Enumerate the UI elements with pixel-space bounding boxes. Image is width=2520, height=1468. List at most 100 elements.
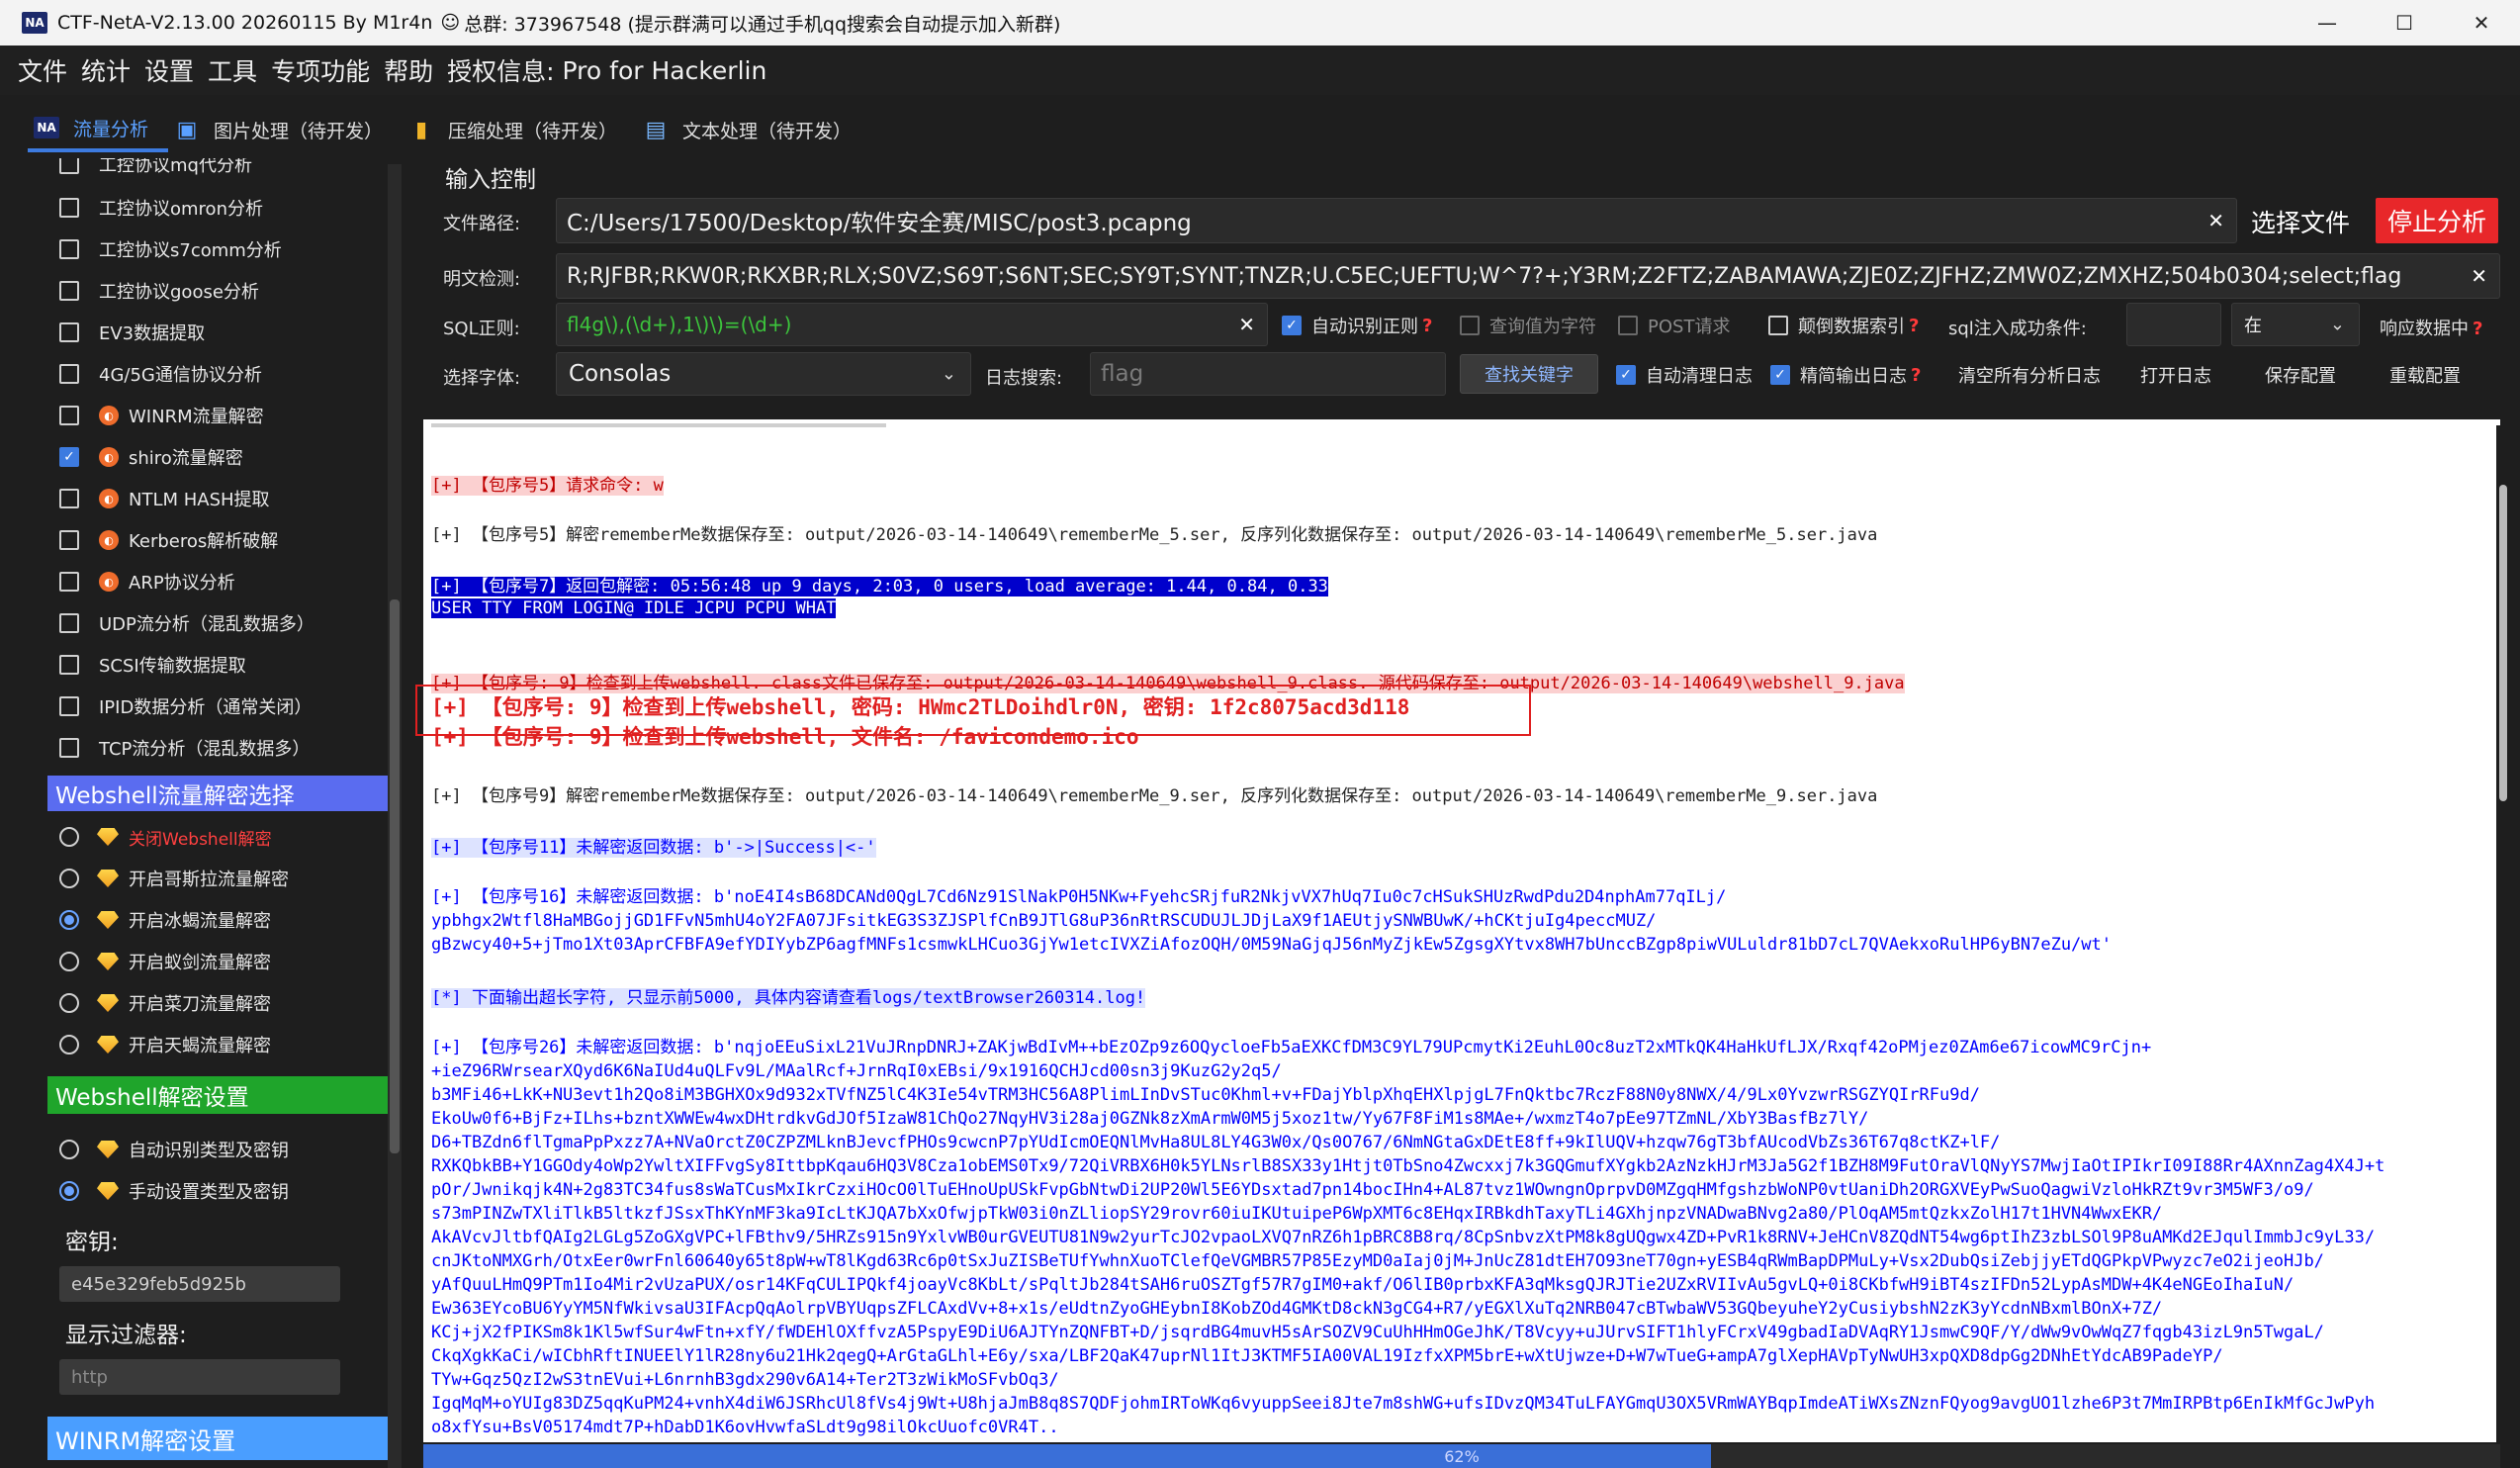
radio-godzilla[interactable]: 开启哥斯拉流量解密 <box>59 859 289 898</box>
radio-manual-set[interactable]: 手动设置类型及密钥 <box>59 1171 289 1211</box>
option-ipid[interactable]: IPID数据分析（通常关闭） <box>59 687 312 726</box>
option-ev3[interactable]: EV3数据提取 <box>59 313 205 352</box>
font-select[interactable]: Consolas ⌄ <box>556 352 971 396</box>
checkbox[interactable] <box>59 406 79 425</box>
maximize-button[interactable]: ☐ <box>2366 0 2443 46</box>
log-output-area[interactable]: [+] 【包序号5】请求命令: w [+] 【包序号5】解密rememberMe… <box>423 419 2500 1442</box>
checkbox[interactable] <box>59 198 79 218</box>
help-icon[interactable]: ? <box>2473 319 2482 339</box>
checkbox[interactable] <box>59 489 79 508</box>
select-file-button[interactable]: 选择文件 <box>2251 204 2350 239</box>
radio[interactable] <box>59 993 79 1013</box>
log-search-input[interactable]: flag <box>1090 352 1446 396</box>
filter-input[interactable]: http <box>59 1359 340 1395</box>
checkbox[interactable] <box>59 322 79 342</box>
option-scsi[interactable]: SCSI传输数据提取 <box>59 645 246 685</box>
query-char-checkbox[interactable]: 查询值为字符 <box>1460 313 1596 338</box>
find-keyword-button[interactable]: 查找关键字 <box>1460 354 1598 394</box>
option-ntlm[interactable]: ◐ NTLM HASH提取 <box>59 479 270 518</box>
menu-settings[interactable]: 设置 <box>144 52 194 88</box>
clear-icon[interactable]: ✕ <box>2465 264 2487 288</box>
menu-help[interactable]: 帮助 <box>384 52 433 88</box>
sql-in-select[interactable]: 在 ⌄ <box>2231 303 2360 346</box>
radio-selected[interactable] <box>59 910 79 930</box>
stop-analysis-button[interactable]: 停止分析 <box>2376 198 2498 243</box>
checkbox-checked[interactable]: ✓ <box>1770 365 1790 385</box>
checkbox[interactable] <box>59 738 79 758</box>
menu-file[interactable]: 文件 <box>18 52 67 88</box>
log-scrollbar[interactable] <box>2496 425 2510 1442</box>
tab-traffic-analysis[interactable]: NA 流量分析 <box>28 107 169 152</box>
checkbox[interactable] <box>59 696 79 716</box>
checkbox[interactable] <box>59 530 79 550</box>
radio-antsword[interactable]: 开启蚁剑流量解密 <box>59 942 271 981</box>
checkbox[interactable] <box>59 281 79 301</box>
radio-chopper[interactable]: 开启菜刀流量解密 <box>59 983 271 1023</box>
open-log-button[interactable]: 打开日志 <box>2140 362 2211 388</box>
tab-text-processing[interactable]: ▤ 文本处理（待开发） <box>637 107 871 152</box>
radio-selected[interactable] <box>59 1181 79 1201</box>
help-icon[interactable]: ? <box>1422 316 1432 336</box>
checkbox[interactable] <box>59 158 79 174</box>
checkbox-checked[interactable]: ✓ <box>1282 316 1302 335</box>
radio[interactable] <box>59 952 79 971</box>
clear-all-logs-button[interactable]: 清空所有分析日志 <box>1958 362 2101 388</box>
checkbox[interactable] <box>59 655 79 675</box>
checkbox[interactable] <box>1460 316 1480 335</box>
file-path-input[interactable]: C:/Users/17500/Desktop/软件安全赛/MISC/post3.… <box>556 198 2237 243</box>
checkbox[interactable] <box>1768 316 1788 335</box>
option-4g5g[interactable]: 4G/5G通信协议分析 <box>59 354 262 394</box>
tab-compress-processing[interactable]: ▮ 压缩处理（待开发） <box>403 107 637 152</box>
checkbox[interactable] <box>59 364 79 384</box>
sql-success-input[interactable] <box>2126 303 2221 346</box>
option-arp[interactable]: ◐ ARP协议分析 <box>59 562 235 601</box>
option-tcp[interactable]: TCP流分析（混乱数据多） <box>59 728 310 768</box>
radio[interactable] <box>59 1035 79 1055</box>
clear-icon[interactable]: ✕ <box>2202 209 2224 232</box>
checkbox[interactable] <box>59 572 79 592</box>
option-mq[interactable]: 工控协议mq代分析 <box>59 158 252 184</box>
radio-tianxie[interactable]: 开启天蝎流量解密 <box>59 1025 271 1064</box>
option-winrm[interactable]: ◐ WINRM流量解密 <box>59 396 264 435</box>
clear-icon[interactable]: ✕ <box>1232 313 1255 336</box>
scroll-thumb[interactable] <box>390 599 400 1153</box>
close-button[interactable]: ✕ <box>2443 0 2520 46</box>
menu-tools[interactable]: 工具 <box>208 52 257 88</box>
radio-auto-detect[interactable]: 自动识别类型及密钥 <box>59 1130 289 1169</box>
menu-stats[interactable]: 统计 <box>81 52 131 88</box>
checkbox-checked[interactable]: ✓ <box>59 447 79 467</box>
scroll-thumb[interactable] <box>2499 485 2507 801</box>
help-icon[interactable]: ? <box>1911 365 1921 386</box>
radio[interactable] <box>59 869 79 888</box>
menu-special[interactable]: 专项功能 <box>271 52 370 88</box>
reverse-index-checkbox[interactable]: 颠倒数据索引? <box>1768 313 1919 338</box>
option-kerberos[interactable]: ◐ Kerberos解析破解 <box>59 520 278 560</box>
left-scrollbar[interactable] <box>388 164 402 1468</box>
radio-behinder[interactable]: 开启冰蝎流量解密 <box>59 900 271 940</box>
tab-image-processing[interactable]: ▣ 图片处理（待开发） <box>168 107 403 152</box>
sql-regex-input[interactable]: fl4g\),(\d+),1\)\)=(\d+) ✕ <box>556 303 1268 346</box>
help-icon[interactable]: ? <box>1909 316 1919 336</box>
option-s7comm[interactable]: 工控协议s7comm分析 <box>59 229 282 269</box>
option-omron[interactable]: 工控协议omron分析 <box>59 188 263 228</box>
post-request-checkbox[interactable]: POST请求 <box>1618 313 1730 338</box>
checkbox[interactable] <box>59 613 79 633</box>
option-goose[interactable]: 工控协议goose分析 <box>59 271 259 311</box>
checkbox-checked[interactable]: ✓ <box>1616 365 1636 385</box>
radio-close-webshell[interactable]: 关闭Webshell解密 <box>59 817 272 857</box>
simple-output-checkbox[interactable]: ✓ 精简输出日志? <box>1770 362 1921 388</box>
option-shiro[interactable]: ✓ ◐ shiro流量解密 <box>59 437 243 477</box>
reload-config-button[interactable]: 重载配置 <box>2389 362 2461 388</box>
minimize-button[interactable]: — <box>2289 0 2366 46</box>
key-input[interactable]: e45e329feb5d925b <box>59 1266 340 1302</box>
radio[interactable] <box>59 1140 79 1159</box>
auto-clear-log-checkbox[interactable]: ✓ 自动清理日志 <box>1616 362 1753 388</box>
auto-regex-checkbox[interactable]: ✓ 自动识别正则? <box>1282 313 1432 338</box>
plaintext-detect-input[interactable]: R;RJFBR;RKW0R;RKXBR;RLX;S0VZ;S69T;S6NT;S… <box>556 253 2500 299</box>
radio[interactable] <box>59 827 79 847</box>
save-config-button[interactable]: 保存配置 <box>2265 362 2336 388</box>
option-udp[interactable]: UDP流分析（混乱数据多） <box>59 603 315 643</box>
menu-license[interactable]: 授权信息: <box>447 52 554 88</box>
checkbox[interactable] <box>1618 316 1638 335</box>
checkbox[interactable] <box>59 239 79 259</box>
